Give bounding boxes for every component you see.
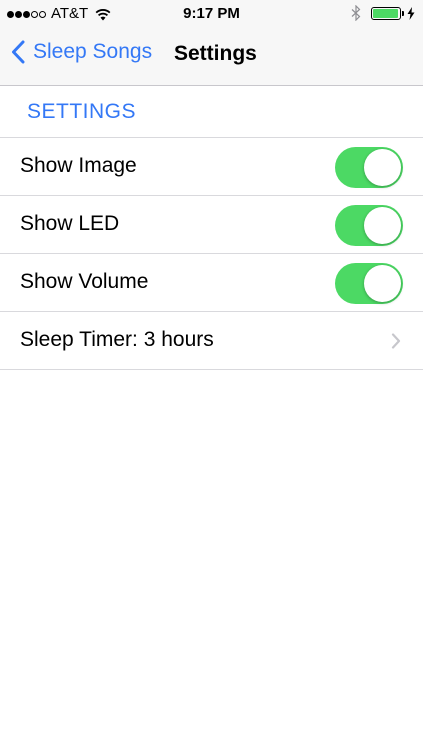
- back-button-label: Sleep Songs: [33, 40, 153, 63]
- row-label: Show Volume: [20, 270, 149, 293]
- show-image-toggle[interactable]: [335, 147, 403, 188]
- battery-icon: [371, 6, 401, 20]
- back-button[interactable]: Sleep Songs: [11, 40, 152, 64]
- row-label: Show Image: [20, 154, 137, 177]
- settings-list: Show Image Show LED Show Volume Sleep Ti…: [0, 137, 423, 370]
- status-bar: AT&T 9:17 PM: [0, 0, 423, 28]
- navigation-bar: Sleep Songs Settings: [0, 28, 423, 84]
- chevron-right-icon: [391, 333, 401, 349]
- toggle-knob: [364, 265, 401, 302]
- charging-bolt-icon: [407, 6, 415, 20]
- toggle-knob: [364, 207, 401, 244]
- battery-nub: [402, 10, 404, 16]
- show-led-toggle[interactable]: [335, 205, 403, 246]
- settings-row-show-image[interactable]: Show Image: [0, 138, 423, 196]
- settings-row-show-led[interactable]: Show LED: [0, 196, 423, 254]
- show-volume-toggle[interactable]: [335, 263, 403, 304]
- status-right: [351, 5, 415, 21]
- settings-row-show-volume[interactable]: Show Volume: [0, 254, 423, 312]
- bluetooth-icon: [351, 5, 361, 21]
- toggle-knob: [364, 149, 401, 186]
- settings-row-sleep-timer[interactable]: Sleep Timer: 3 hours: [0, 312, 423, 370]
- battery-level-fill: [373, 8, 398, 18]
- row-label: Show LED: [20, 212, 120, 235]
- chevron-left-icon: [12, 40, 25, 64]
- section-header: SETTINGS: [27, 100, 137, 123]
- page-title: Settings: [174, 42, 257, 65]
- row-label: Sleep Timer: 3 hours: [20, 328, 214, 351]
